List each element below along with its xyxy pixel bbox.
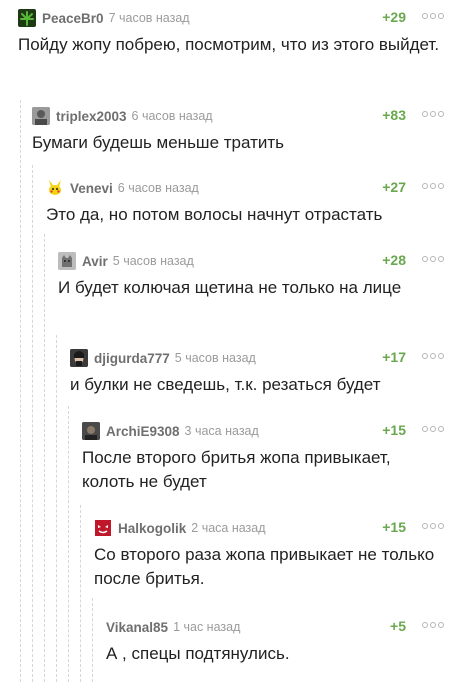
- user-photo-avatar[interactable]: [32, 107, 50, 125]
- thread-line[interactable]: [44, 234, 45, 682]
- comment-header: Halkogolik 2 часа назад +15: [94, 518, 444, 538]
- more-options-icon[interactable]: [422, 523, 444, 529]
- dark-photo-avatar[interactable]: [82, 422, 100, 440]
- username[interactable]: djigurda777: [94, 351, 170, 366]
- timestamp[interactable]: 5 часов назад: [175, 351, 256, 365]
- timestamp[interactable]: 5 часов назад: [113, 254, 194, 268]
- timestamp[interactable]: 3 часа назад: [185, 424, 259, 438]
- more-options-icon[interactable]: [422, 13, 444, 19]
- more-options-icon[interactable]: [422, 111, 444, 117]
- comment: Avir 5 часов назад +28 И будет колючая щ…: [58, 251, 444, 300]
- comment-text: Это да, но потом волосы начнут отрастать: [46, 205, 383, 224]
- username[interactable]: Avir: [82, 254, 108, 269]
- thread-line[interactable]: [32, 165, 33, 682]
- comment: ArchiE9308 3 часа назад +15 После второг…: [82, 421, 444, 494]
- comment-header: Avir 5 часов назад +28: [58, 251, 444, 271]
- comment-header: Venevi 6 часов назад +27: [46, 178, 444, 198]
- comment: Halkogolik 2 часа назад +15 Со второго р…: [94, 518, 444, 591]
- comment-text: После второго бритья жопа привыкает, кол…: [82, 448, 391, 491]
- red-mask-avatar[interactable]: [94, 519, 112, 537]
- thread-line[interactable]: [92, 598, 93, 682]
- username[interactable]: ArchiE9308: [106, 424, 180, 439]
- comment: djigurda777 5 часов назад +17 и булки не…: [70, 348, 444, 397]
- username[interactable]: PeaceBr0: [42, 11, 104, 26]
- more-options-icon[interactable]: [422, 256, 444, 262]
- rating: +83: [382, 107, 406, 123]
- comment: triplex2003 6 часов назад +83 Бумаги буд…: [32, 106, 444, 155]
- comment-text: Пойду жопу побрею, посмотрим, что из это…: [18, 35, 440, 54]
- more-options-icon[interactable]: [422, 183, 444, 189]
- more-options-icon[interactable]: [422, 622, 444, 628]
- timestamp[interactable]: 1 час назад: [173, 620, 240, 634]
- rating: +27: [382, 179, 406, 195]
- comment-thread: PeaceBr0 7 часов назад +29 Пойду жопу по…: [0, 0, 450, 682]
- rating: +17: [382, 349, 406, 365]
- cat-avatar[interactable]: [58, 252, 76, 270]
- comment-header: triplex2003 6 часов назад +83: [32, 106, 444, 126]
- timestamp[interactable]: 7 часов назад: [109, 11, 190, 25]
- comment-header: djigurda777 5 часов назад +17: [70, 348, 444, 368]
- comment-header: PeaceBr0 7 часов назад +29: [18, 8, 444, 28]
- pikachu-avatar[interactable]: [46, 179, 64, 197]
- rating: +28: [382, 252, 406, 268]
- comment-header: ArchiE9308 3 часа назад +15: [82, 421, 444, 441]
- timestamp[interactable]: 2 часа назад: [191, 521, 265, 535]
- comment-header: Vikanal85 1 час назад +5: [106, 617, 444, 637]
- rating: +15: [382, 519, 406, 535]
- comment: Vikanal85 1 час назад +5 А , спецы подтя…: [106, 617, 444, 666]
- rating: +15: [382, 422, 406, 438]
- cannabis-leaf-icon[interactable]: [18, 9, 36, 27]
- comment: Venevi 6 часов назад +27 Это да, но пото…: [46, 178, 444, 227]
- comment-text: Со второго раза жопа привыкает не только…: [94, 545, 435, 588]
- comment-text: и булки не сведешь, т.к. резаться будет: [70, 375, 381, 394]
- thread-line[interactable]: [68, 406, 69, 682]
- thread-line[interactable]: [56, 335, 57, 682]
- comment-text: И будет колючая щетина не только на лице: [58, 278, 402, 297]
- comment-text: Бумаги будешь меньше тратить: [32, 133, 284, 152]
- thread-line[interactable]: [20, 100, 21, 682]
- timestamp[interactable]: 6 часов назад: [132, 109, 213, 123]
- username[interactable]: Halkogolik: [118, 521, 186, 536]
- more-options-icon[interactable]: [422, 426, 444, 432]
- username[interactable]: Venevi: [70, 181, 113, 196]
- username[interactable]: triplex2003: [56, 109, 127, 124]
- portrait-avatar[interactable]: [70, 349, 88, 367]
- thread-line[interactable]: [80, 505, 81, 682]
- username[interactable]: Vikanal85: [106, 620, 168, 635]
- comment-text: А , спецы подтянулись.: [106, 644, 290, 663]
- more-options-icon[interactable]: [422, 353, 444, 359]
- comment: PeaceBr0 7 часов назад +29 Пойду жопу по…: [18, 8, 444, 57]
- timestamp[interactable]: 6 часов назад: [118, 181, 199, 195]
- rating: +5: [390, 618, 406, 634]
- rating: +29: [382, 9, 406, 25]
